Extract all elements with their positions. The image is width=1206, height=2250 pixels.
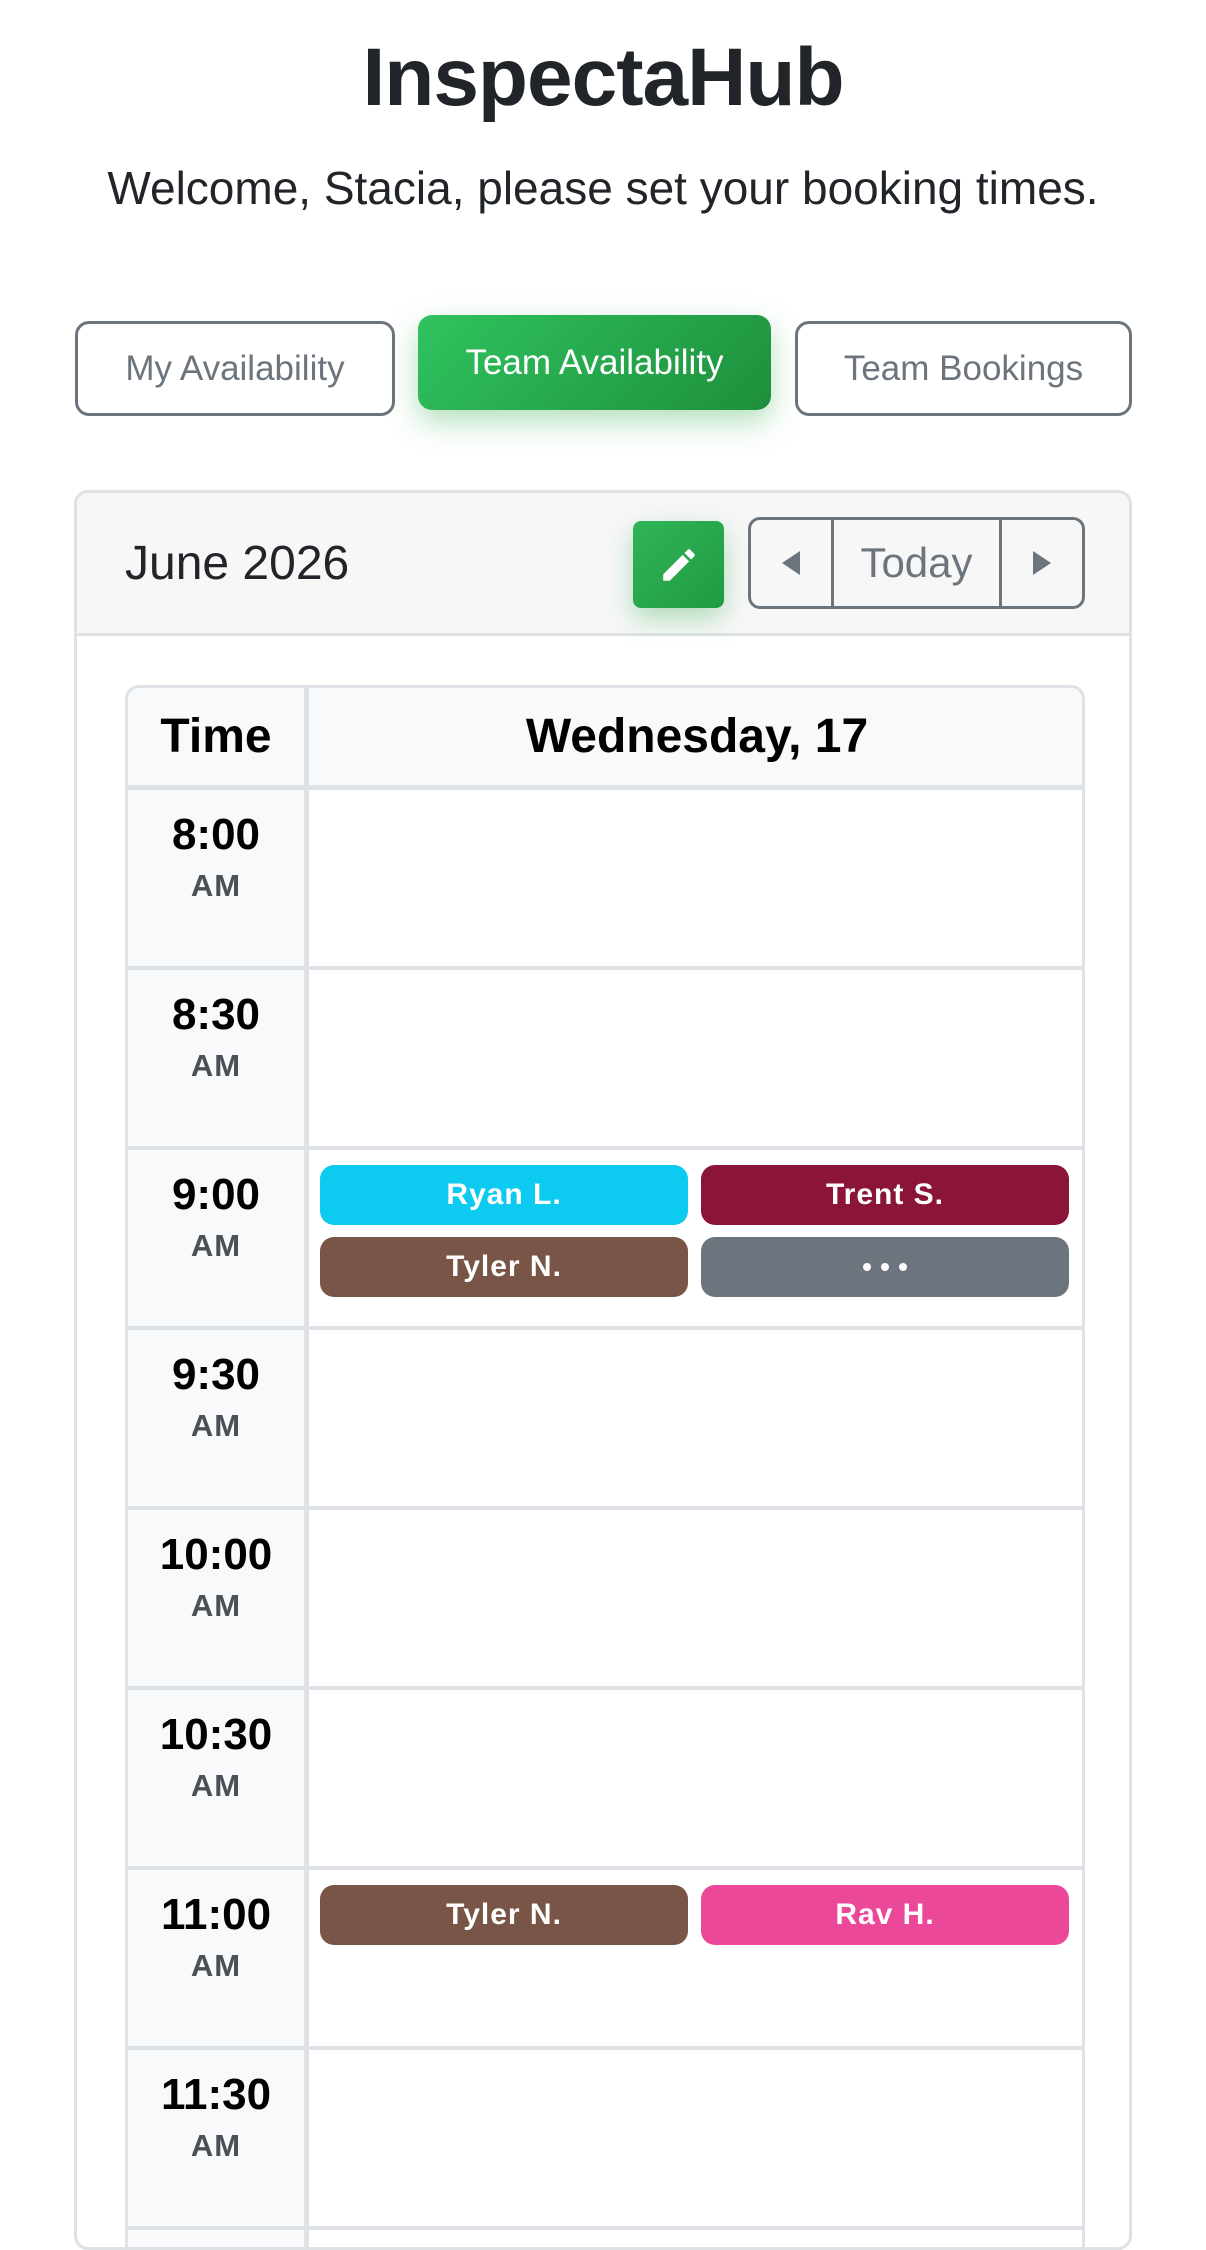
triangle-right-icon xyxy=(1033,551,1051,575)
time-label: 11:30 AM xyxy=(128,2050,304,2166)
time-slot-row[interactable]: 9:00 AM Ryan L. Trent S. Tyler N. xyxy=(128,1150,1082,1330)
time-label: 8:00 AM xyxy=(128,790,304,906)
welcome-message: Welcome, Stacia, please set your booking… xyxy=(107,162,1099,214)
time-ampm: AM xyxy=(190,1768,242,1803)
time-column-header: Time xyxy=(128,688,309,790)
tab-my-availability[interactable]: My Availability xyxy=(75,321,395,416)
availability-pill[interactable]: Tyler N. xyxy=(320,1885,688,1945)
pencil-icon xyxy=(662,548,695,581)
time-slot-row[interactable]: 8:30 AM xyxy=(128,970,1082,1150)
time-slot-row[interactable]: 10:30 AM xyxy=(128,1690,1082,1870)
prev-button[interactable] xyxy=(751,520,834,606)
time-hour: 10:00 xyxy=(159,1530,273,1579)
time-label: 8:30 AM xyxy=(128,970,304,1086)
time-label: 11:00 AM xyxy=(128,1870,304,1986)
time-slot-row[interactable]: 9:30 AM xyxy=(128,1330,1082,1510)
availability-pill[interactable]: Trent S. xyxy=(701,1165,1069,1225)
time-ampm: AM xyxy=(190,1048,242,1083)
time-ampm: AM xyxy=(190,1588,242,1623)
time-hour: 11:30 xyxy=(160,2070,272,2119)
time-ampm: AM xyxy=(190,1228,242,1263)
time-hour: 11:00 xyxy=(160,1890,272,1939)
time-slot-row[interactable]: 11:00 AM Tyler N. Rav H. xyxy=(128,1870,1082,2050)
time-label: 10:00 AM xyxy=(128,1510,304,1626)
availability-pill[interactable]: Rav H. xyxy=(701,1885,1069,1945)
time-ampm: AM xyxy=(190,868,242,903)
time-slot-row[interactable]: 11:30 AM xyxy=(128,2050,1082,2230)
time-label: 9:00 AM xyxy=(128,1150,304,1266)
availability-pill[interactable]: Ryan L. xyxy=(320,1165,688,1225)
time-slot-row[interactable]: 10:00 AM xyxy=(128,1510,1082,1690)
time-ampm: AM xyxy=(190,1408,242,1443)
triangle-left-icon xyxy=(782,551,800,575)
time-hour: 8:30 xyxy=(171,990,261,1039)
month-label: June 2026 xyxy=(125,536,350,590)
tab-team-bookings[interactable]: Team Bookings xyxy=(795,321,1132,416)
day-column-header: Wednesday, 17 xyxy=(309,688,1082,790)
time-ampm: AM xyxy=(190,1948,242,1983)
calendar-card: June 2026 Today Time Wednesday, 17 8:00 A… xyxy=(74,490,1132,2250)
time-hour: 9:30 xyxy=(171,1350,261,1399)
schedule-table: Time Wednesday, 17 8:00 AM 8:30 AM 9:00 AM Rya… xyxy=(125,685,1085,2247)
time-hour: 8:00 xyxy=(171,810,261,859)
time-hour: 9:00 xyxy=(171,1170,261,1219)
time-ampm: AM xyxy=(190,2128,242,2163)
time-label: 9:30 AM xyxy=(128,1330,304,1446)
time-label: 10:30 AM xyxy=(128,1690,304,1806)
calendar-header: June 2026 Today xyxy=(77,493,1129,636)
time-hour: 10:30 xyxy=(159,1710,273,1759)
edit-button[interactable] xyxy=(633,521,724,608)
today-button[interactable]: Today xyxy=(834,520,1002,606)
availability-pill[interactable]: Tyler N. xyxy=(320,1237,688,1297)
app-title: InspectaHub xyxy=(362,32,844,123)
more-entries-button[interactable] xyxy=(701,1237,1069,1297)
ellipsis-icon xyxy=(863,1263,907,1271)
tab-team-availability[interactable]: Team Availability xyxy=(418,315,771,410)
next-button[interactable] xyxy=(1002,520,1082,606)
time-slot-row[interactable]: 8:00 AM xyxy=(128,790,1082,970)
navigation-button-group: Today xyxy=(748,517,1085,609)
